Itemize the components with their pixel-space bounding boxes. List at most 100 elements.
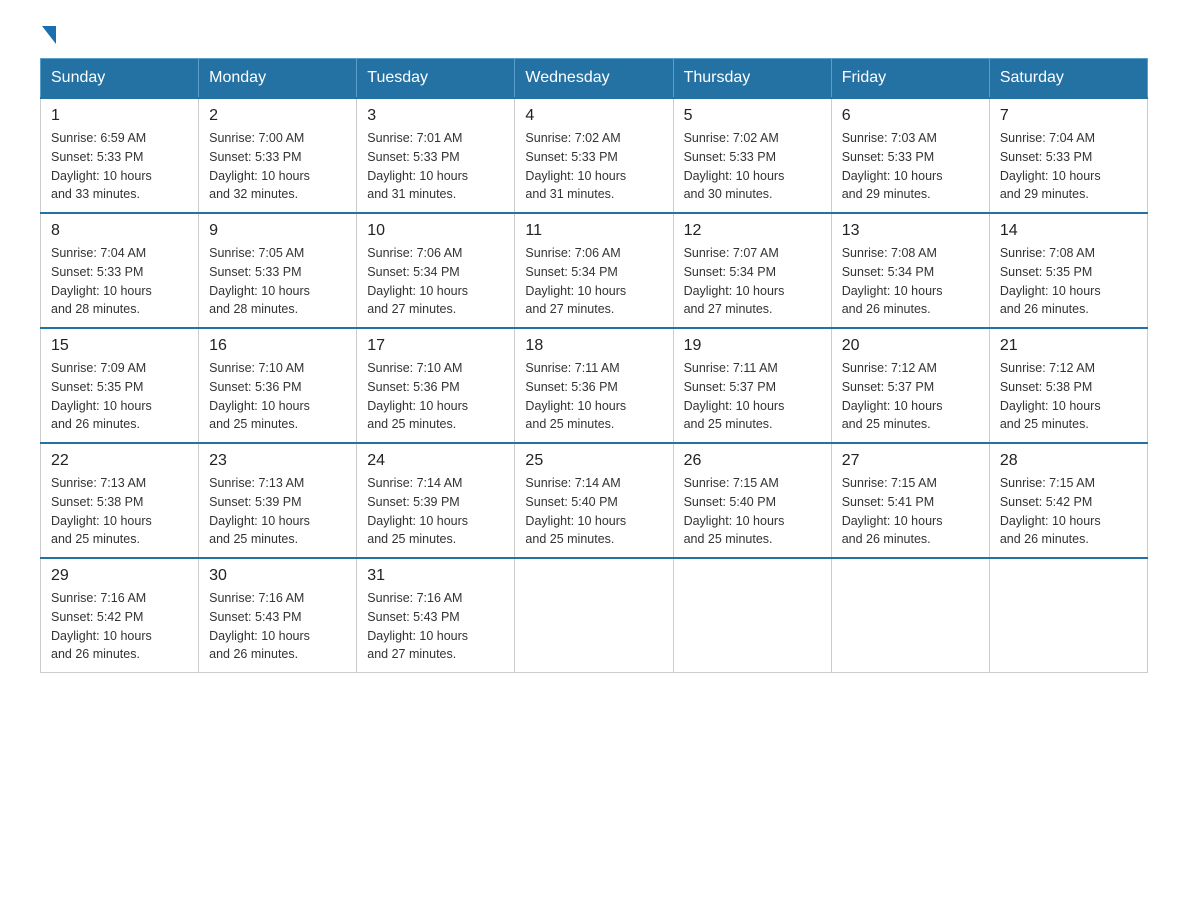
calendar-cell: 22 Sunrise: 7:13 AMSunset: 5:38 PMDaylig… [41,443,199,558]
day-number: 1 [51,107,188,125]
page-header [40,30,1148,38]
calendar-cell: 15 Sunrise: 7:09 AMSunset: 5:35 PMDaylig… [41,328,199,443]
calendar-cell: 7 Sunrise: 7:04 AMSunset: 5:33 PMDayligh… [989,98,1147,213]
day-number: 6 [842,107,979,125]
day-info: Sunrise: 7:01 AMSunset: 5:33 PMDaylight:… [367,131,468,201]
day-info: Sunrise: 7:04 AMSunset: 5:33 PMDaylight:… [51,246,152,316]
calendar-header-saturday: Saturday [989,59,1147,99]
calendar-cell: 8 Sunrise: 7:04 AMSunset: 5:33 PMDayligh… [41,213,199,328]
calendar-week-row: 29 Sunrise: 7:16 AMSunset: 5:42 PMDaylig… [41,558,1148,673]
day-number: 15 [51,337,188,355]
calendar-cell: 10 Sunrise: 7:06 AMSunset: 5:34 PMDaylig… [357,213,515,328]
logo-triangle-icon [42,26,56,44]
day-number: 8 [51,222,188,240]
calendar-cell: 16 Sunrise: 7:10 AMSunset: 5:36 PMDaylig… [199,328,357,443]
day-number: 26 [684,452,821,470]
day-number: 13 [842,222,979,240]
calendar-week-row: 8 Sunrise: 7:04 AMSunset: 5:33 PMDayligh… [41,213,1148,328]
calendar-cell: 3 Sunrise: 7:01 AMSunset: 5:33 PMDayligh… [357,98,515,213]
day-number: 9 [209,222,346,240]
day-info: Sunrise: 7:11 AMSunset: 5:36 PMDaylight:… [525,361,626,431]
day-info: Sunrise: 7:07 AMSunset: 5:34 PMDaylight:… [684,246,785,316]
calendar-cell: 29 Sunrise: 7:16 AMSunset: 5:42 PMDaylig… [41,558,199,673]
day-info: Sunrise: 7:02 AMSunset: 5:33 PMDaylight:… [525,131,626,201]
calendar-cell: 2 Sunrise: 7:00 AMSunset: 5:33 PMDayligh… [199,98,357,213]
day-info: Sunrise: 7:05 AMSunset: 5:33 PMDaylight:… [209,246,310,316]
day-info: Sunrise: 7:12 AMSunset: 5:38 PMDaylight:… [1000,361,1101,431]
calendar-cell: 11 Sunrise: 7:06 AMSunset: 5:34 PMDaylig… [515,213,673,328]
calendar-cell [831,558,989,673]
calendar-cell: 21 Sunrise: 7:12 AMSunset: 5:38 PMDaylig… [989,328,1147,443]
day-info: Sunrise: 7:11 AMSunset: 5:37 PMDaylight:… [684,361,785,431]
calendar-cell: 26 Sunrise: 7:15 AMSunset: 5:40 PMDaylig… [673,443,831,558]
day-info: Sunrise: 7:08 AMSunset: 5:35 PMDaylight:… [1000,246,1101,316]
day-info: Sunrise: 7:02 AMSunset: 5:33 PMDaylight:… [684,131,785,201]
calendar-cell: 28 Sunrise: 7:15 AMSunset: 5:42 PMDaylig… [989,443,1147,558]
day-number: 7 [1000,107,1137,125]
day-info: Sunrise: 7:09 AMSunset: 5:35 PMDaylight:… [51,361,152,431]
day-number: 28 [1000,452,1137,470]
day-info: Sunrise: 7:14 AMSunset: 5:40 PMDaylight:… [525,476,626,546]
day-info: Sunrise: 7:13 AMSunset: 5:38 PMDaylight:… [51,476,152,546]
day-number: 19 [684,337,821,355]
calendar-cell: 12 Sunrise: 7:07 AMSunset: 5:34 PMDaylig… [673,213,831,328]
day-info: Sunrise: 7:15 AMSunset: 5:41 PMDaylight:… [842,476,943,546]
day-number: 2 [209,107,346,125]
calendar-cell: 23 Sunrise: 7:13 AMSunset: 5:39 PMDaylig… [199,443,357,558]
calendar-cell: 1 Sunrise: 6:59 AMSunset: 5:33 PMDayligh… [41,98,199,213]
day-info: Sunrise: 7:10 AMSunset: 5:36 PMDaylight:… [367,361,468,431]
calendar-header-friday: Friday [831,59,989,99]
day-number: 5 [684,107,821,125]
day-number: 22 [51,452,188,470]
day-number: 27 [842,452,979,470]
day-number: 11 [525,222,662,240]
day-number: 24 [367,452,504,470]
day-number: 12 [684,222,821,240]
calendar-header-sunday: Sunday [41,59,199,99]
day-info: Sunrise: 7:15 AMSunset: 5:40 PMDaylight:… [684,476,785,546]
day-number: 17 [367,337,504,355]
calendar-cell: 19 Sunrise: 7:11 AMSunset: 5:37 PMDaylig… [673,328,831,443]
day-info: Sunrise: 7:04 AMSunset: 5:33 PMDaylight:… [1000,131,1101,201]
calendar-header-row: SundayMondayTuesdayWednesdayThursdayFrid… [41,59,1148,99]
calendar-cell: 5 Sunrise: 7:02 AMSunset: 5:33 PMDayligh… [673,98,831,213]
calendar-cell [673,558,831,673]
day-number: 14 [1000,222,1137,240]
day-number: 29 [51,567,188,585]
calendar-cell: 9 Sunrise: 7:05 AMSunset: 5:33 PMDayligh… [199,213,357,328]
day-info: Sunrise: 7:15 AMSunset: 5:42 PMDaylight:… [1000,476,1101,546]
calendar-week-row: 22 Sunrise: 7:13 AMSunset: 5:38 PMDaylig… [41,443,1148,558]
day-info: Sunrise: 7:16 AMSunset: 5:42 PMDaylight:… [51,591,152,661]
calendar-header-thursday: Thursday [673,59,831,99]
calendar-cell: 30 Sunrise: 7:16 AMSunset: 5:43 PMDaylig… [199,558,357,673]
calendar-week-row: 15 Sunrise: 7:09 AMSunset: 5:35 PMDaylig… [41,328,1148,443]
calendar-header-tuesday: Tuesday [357,59,515,99]
day-number: 18 [525,337,662,355]
day-info: Sunrise: 7:08 AMSunset: 5:34 PMDaylight:… [842,246,943,316]
day-number: 25 [525,452,662,470]
day-info: Sunrise: 7:14 AMSunset: 5:39 PMDaylight:… [367,476,468,546]
calendar-header-monday: Monday [199,59,357,99]
day-info: Sunrise: 7:06 AMSunset: 5:34 PMDaylight:… [525,246,626,316]
day-info: Sunrise: 6:59 AMSunset: 5:33 PMDaylight:… [51,131,152,201]
calendar-cell: 6 Sunrise: 7:03 AMSunset: 5:33 PMDayligh… [831,98,989,213]
calendar-cell: 27 Sunrise: 7:15 AMSunset: 5:41 PMDaylig… [831,443,989,558]
day-info: Sunrise: 7:06 AMSunset: 5:34 PMDaylight:… [367,246,468,316]
day-number: 31 [367,567,504,585]
day-number: 4 [525,107,662,125]
day-info: Sunrise: 7:13 AMSunset: 5:39 PMDaylight:… [209,476,310,546]
calendar-cell: 4 Sunrise: 7:02 AMSunset: 5:33 PMDayligh… [515,98,673,213]
day-info: Sunrise: 7:16 AMSunset: 5:43 PMDaylight:… [209,591,310,661]
calendar-cell: 13 Sunrise: 7:08 AMSunset: 5:34 PMDaylig… [831,213,989,328]
day-info: Sunrise: 7:10 AMSunset: 5:36 PMDaylight:… [209,361,310,431]
calendar-cell [515,558,673,673]
day-number: 3 [367,107,504,125]
calendar-cell: 17 Sunrise: 7:10 AMSunset: 5:36 PMDaylig… [357,328,515,443]
calendar-cell: 25 Sunrise: 7:14 AMSunset: 5:40 PMDaylig… [515,443,673,558]
logo [40,30,56,38]
day-number: 20 [842,337,979,355]
calendar-table: SundayMondayTuesdayWednesdayThursdayFrid… [40,58,1148,673]
calendar-cell: 20 Sunrise: 7:12 AMSunset: 5:37 PMDaylig… [831,328,989,443]
day-number: 10 [367,222,504,240]
calendar-week-row: 1 Sunrise: 6:59 AMSunset: 5:33 PMDayligh… [41,98,1148,213]
